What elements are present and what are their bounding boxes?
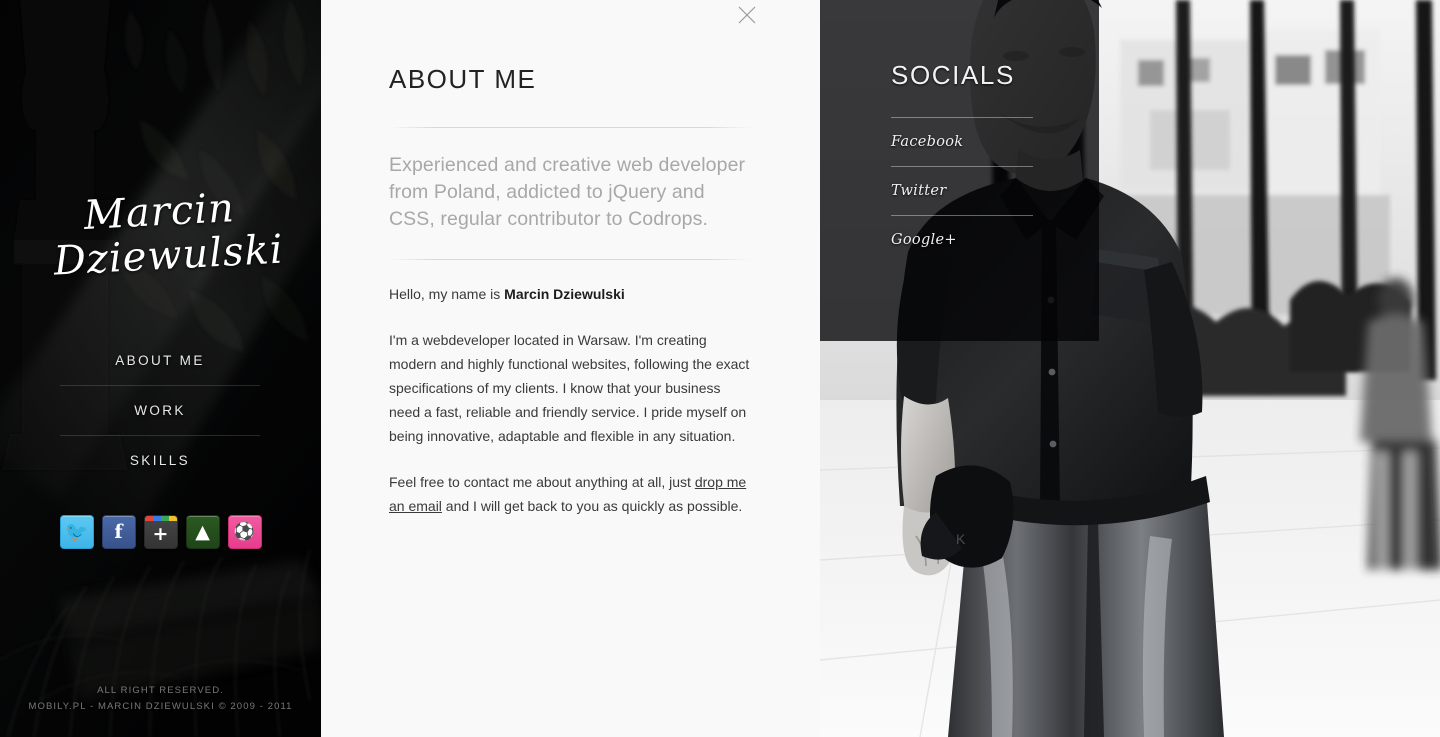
nav-item-skills[interactable]: SKILLS: [60, 436, 260, 485]
site-logo[interactable]: Marcin Dziewulski: [0, 182, 321, 287]
close-icon-glyph: [738, 6, 756, 24]
social-link-facebook[interactable]: Facebook: [891, 118, 1039, 166]
nav-item-work[interactable]: WORK: [60, 386, 260, 436]
logo-line-2: Dziewulski: [52, 226, 285, 285]
dribbble-glyph: ⚽: [233, 521, 256, 542]
svg-text:K: K: [956, 531, 966, 547]
facebook-icon[interactable]: f: [101, 515, 136, 549]
google-color-stripe: [144, 516, 177, 521]
sidebar: Marcin Dziewulski ABOUT ME WORK SKILLS 🐦…: [0, 0, 321, 737]
forrst-glyph: ▲: [195, 520, 210, 543]
social-icon-bar: 🐦 f + ▲ ⚽: [0, 515, 321, 549]
facebook-glyph: f: [114, 520, 123, 543]
content-panel: ABOUT ME Experienced and creative web de…: [321, 0, 820, 737]
contact-paragraph: Feel free to contact me about anything a…: [389, 470, 752, 518]
lead-paragraph: Experienced and creative web developer f…: [389, 154, 746, 230]
google-plus-glyph: +: [152, 523, 169, 545]
page-title: ABOUT ME: [389, 64, 537, 94]
close-icon[interactable]: [736, 4, 758, 26]
nav-item-about-me[interactable]: ABOUT ME: [60, 336, 260, 386]
google-plus-icon[interactable]: +: [143, 515, 178, 549]
page-root: K Marcin Dziewulski ABOUT ME WORK SKILLS…: [0, 0, 1440, 737]
socials-panel: SOCIALS Facebook Twitter Google+: [820, 0, 1099, 341]
footer-line-1: ALL RIGHT RESERVED.: [97, 685, 224, 696]
sidebar-footer: ALL RIGHT RESERVED. MOBILY.PL - MARCIN D…: [0, 683, 321, 715]
main-navigation: ABOUT ME WORK SKILLS: [60, 336, 260, 485]
social-link-twitter[interactable]: Twitter: [891, 167, 1039, 215]
body-copy: Hello, my name is Marcin Dziewulski I'm …: [389, 260, 752, 518]
forrst-icon[interactable]: ▲: [185, 515, 220, 549]
dribbble-icon[interactable]: ⚽: [227, 515, 262, 549]
footer-line-2: MOBILY.PL - MARCIN DZIEWULSKI © 2009 - 2…: [28, 701, 293, 712]
twitter-glyph: 🐦: [64, 520, 89, 543]
greeting-prefix: Hello, my name is: [389, 286, 505, 302]
socials-title: SOCIALS: [891, 60, 1015, 90]
twitter-icon[interactable]: 🐦: [59, 515, 94, 549]
contact-prefix: Feel free to contact me about anything a…: [389, 474, 695, 490]
greeting-name: Marcin Dziewulski: [504, 286, 625, 302]
contact-suffix: and I will get back to you as quickly as…: [441, 498, 743, 514]
social-link-google-plus[interactable]: Google+: [891, 216, 1039, 264]
bio-paragraph: I'm a webdeveloper located in Warsaw. I'…: [389, 332, 750, 444]
greeting-paragraph: Hello, my name is Marcin Dziewulski: [389, 282, 752, 306]
